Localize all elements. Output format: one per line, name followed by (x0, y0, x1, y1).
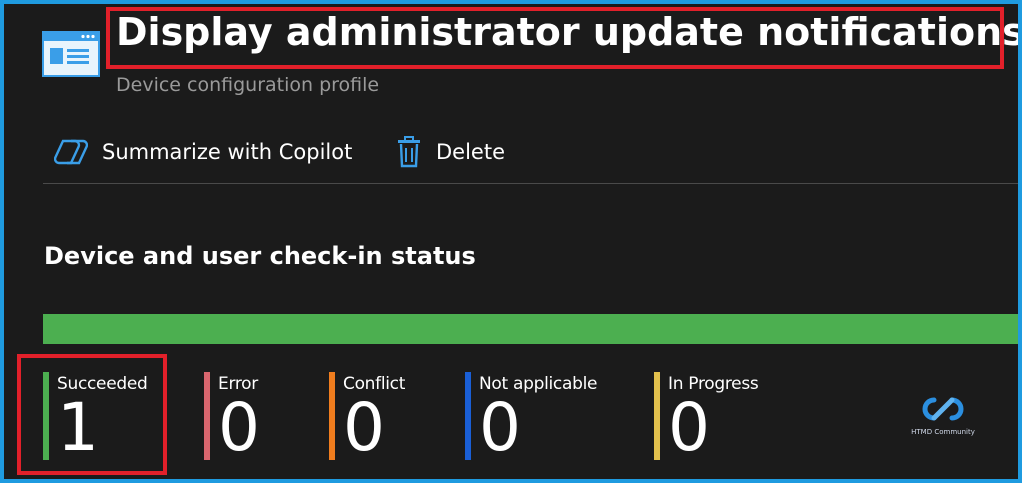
stat-value: 1 (57, 389, 99, 466)
delete-button[interactable]: Delete (396, 129, 505, 175)
profile-window-icon (42, 31, 100, 77)
error-color-bar (204, 372, 210, 460)
status-summary: Succeeded 1 Error 0 Conflict 0 Not appli… (4, 354, 1018, 479)
stat-value: 0 (343, 389, 385, 466)
htmd-logo-icon (922, 397, 964, 421)
toolbar-divider (43, 183, 1018, 184)
page-subtitle: Device configuration profile (116, 74, 380, 96)
succeeded-color-bar (43, 372, 49, 460)
command-bar: Summarize with Copilot Delete (4, 129, 1018, 175)
summarize-label: Summarize with Copilot (102, 140, 353, 164)
stat-value: 0 (668, 389, 710, 466)
copilot-icon (54, 139, 88, 165)
conflict-color-bar (329, 372, 335, 460)
not-applicable-color-bar (465, 372, 471, 460)
section-title: Device and user check-in status (44, 242, 476, 270)
stat-value: 0 (218, 389, 260, 466)
page-header: Display administrator update notificatio… (4, 4, 1018, 114)
page-title: Display administrator update notificatio… (116, 10, 1018, 54)
brand-text: HTMD Community (911, 428, 975, 436)
delete-label: Delete (436, 140, 505, 164)
htmd-brand: HTMD Community (908, 392, 978, 440)
trash-icon (398, 136, 420, 168)
app-frame: Display administrator update notificatio… (4, 4, 1018, 479)
checkin-status-bar (43, 314, 1018, 344)
stat-value: 0 (479, 389, 521, 466)
summarize-with-copilot-button[interactable]: Summarize with Copilot (54, 129, 352, 175)
in-progress-color-bar (654, 372, 660, 460)
